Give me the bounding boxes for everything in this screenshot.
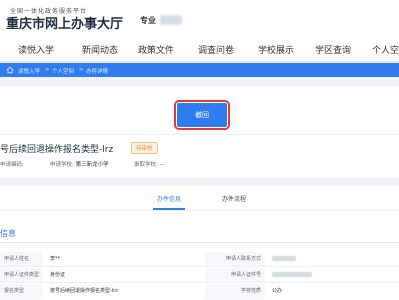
info-label: 学校性质 <box>205 284 265 299</box>
meta-applied-school: 申请学校: 第三新龙小学 <box>50 160 109 168</box>
info-label: 申请人证件类型 <box>0 268 42 283</box>
info-row: 申请人证件类型 身份证 申请人证件号 <box>0 268 399 283</box>
process-title: 号后续回退操作报名类型-lrz <box>0 145 114 155</box>
divider <box>0 134 399 135</box>
meta-value: 第三新龙小学 <box>75 162 109 168</box>
user-name-redacted <box>160 15 182 25</box>
main-nav: 读悦入学 新闻动态 政策文件 调查问卷 学校展示 学区查询 个人空 <box>0 38 399 62</box>
info-value-redacted <box>272 252 296 267</box>
meta-label: 录取学校: <box>134 162 158 168</box>
info-row: 申请人姓名 李** 申请人联系方式 <box>0 252 399 267</box>
page: 全国一体化政务服务平台 重庆市网上办事大厅 专业 读悦入学 新闻动态 政策文件 … <box>0 0 399 300</box>
info-label: 报名类型 <box>0 284 42 299</box>
breadcrumb-item-current: 办件详情 <box>86 69 109 75</box>
nav-item-district-search[interactable]: 学区查询 <box>315 43 351 56</box>
meta-application-code: 申请编码: <box>0 160 24 168</box>
home-icon[interactable] <box>6 66 14 74</box>
revoke-button[interactable]: 撤回 <box>174 100 230 130</box>
info-value: 李** <box>50 256 61 262</box>
info-row: 报名类型 按号后续回退操作报名类型-lrz 学校性质 公办 <box>0 284 399 299</box>
breadcrumb-item-enrollment[interactable]: 读悦入学 <box>18 67 40 75</box>
tab-case-info[interactable]: 办件信息 <box>157 194 181 203</box>
meta-value: -- <box>159 162 164 168</box>
nav-item-enrollment[interactable]: 读悦入学 <box>18 43 54 56</box>
brand-title[interactable]: 重庆市网上办事大厅 <box>6 13 123 32</box>
breadcrumb-item-personal-space[interactable]: 个人空间 <box>52 67 74 75</box>
nav-item-survey[interactable]: 调查问卷 <box>198 43 234 56</box>
status-badge: 待审核 <box>131 142 158 154</box>
site-header: 全国一体化政务服务平台 重庆市网上办事大厅 专业 <box>0 0 399 38</box>
tab-case-process[interactable]: 办件流程 <box>222 194 246 203</box>
row-divider <box>0 266 399 267</box>
meta-label: 申请学校: <box>50 162 74 168</box>
breadcrumb-separator: > <box>45 67 50 73</box>
info-value: 公办 <box>272 288 283 294</box>
info-label: 申请人证件号 <box>205 268 265 283</box>
detail-tabs: 办件信息 办件流程 <box>0 188 399 210</box>
nav-item-policy[interactable]: 政策文件 <box>138 43 174 56</box>
nav-item-schools[interactable]: 学校展示 <box>258 43 294 56</box>
section-gap <box>0 178 399 186</box>
nav-item-news[interactable]: 新闻动态 <box>82 43 118 56</box>
info-value: 按号后续回退操作报名类型-lrz <box>50 288 118 294</box>
row-divider <box>0 282 399 283</box>
user-name-tag[interactable]: 专业 <box>140 15 156 26</box>
info-label: 申请人联系方式 <box>205 252 265 267</box>
info-value: 身份证 <box>50 272 66 278</box>
breadcrumb-separator: > <box>79 67 84 73</box>
breadcrumb: 读悦入学 > 个人空间 > 办件详情 <box>0 63 399 77</box>
meta-label: 申请编码: <box>0 162 24 168</box>
section-underline <box>0 242 399 243</box>
nav-item-personal-space[interactable]: 个人空 <box>372 43 399 56</box>
divider <box>0 210 399 211</box>
info-label: 申请人姓名 <box>0 252 42 267</box>
info-value-redacted <box>272 268 312 283</box>
section-title: 信息 <box>0 229 16 238</box>
meta-admitted-school: 录取学校: -- <box>134 160 164 168</box>
